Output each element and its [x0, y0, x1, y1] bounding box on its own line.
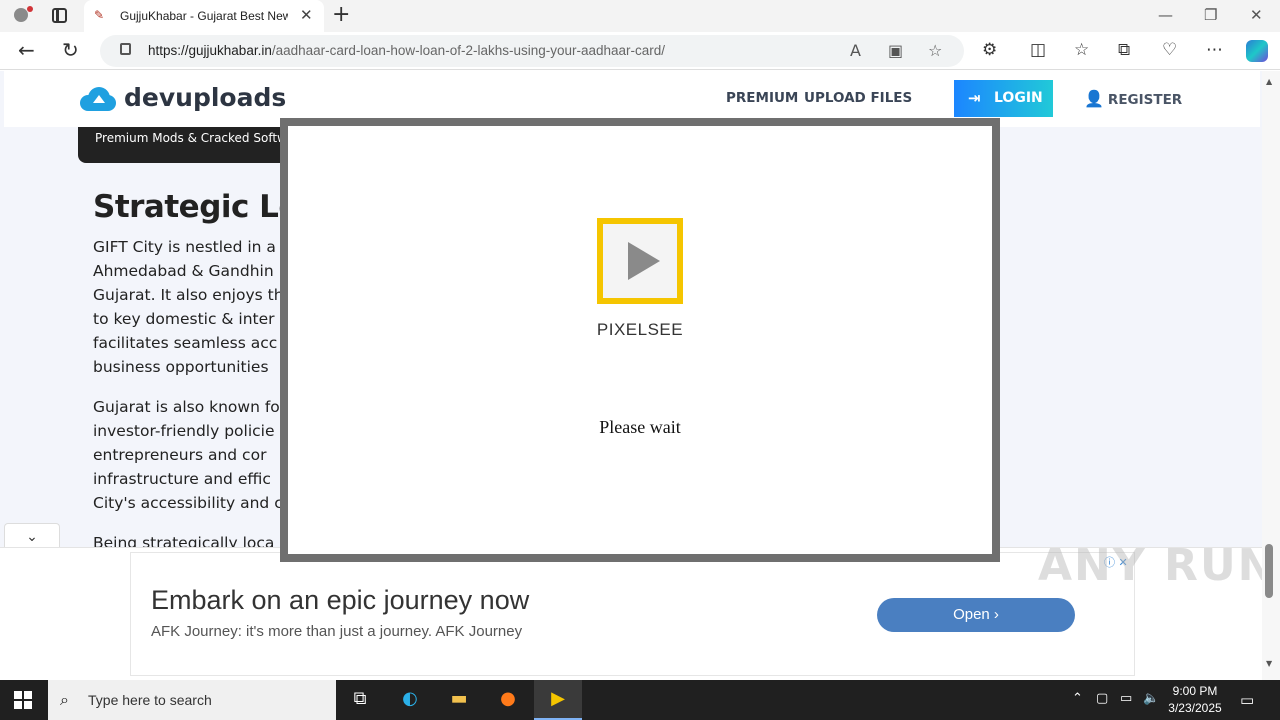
immersive-reader-icon[interactable]: ▣: [888, 41, 903, 60]
extensions-icon[interactable]: ⚙: [982, 40, 997, 60]
pixelsee-taskbar-icon: ▶: [551, 688, 565, 709]
lock-icon[interactable]: [120, 43, 131, 55]
collections-icon[interactable]: ⧉: [1118, 40, 1130, 60]
nav-upload-files-link[interactable]: UPLOAD FILES: [804, 90, 912, 106]
tab-actions-icon[interactable]: [52, 8, 67, 23]
register-label: REGISTER: [1107, 92, 1183, 108]
network-icon[interactable]: ▭: [1120, 691, 1132, 706]
address-bar[interactable]: https://gujjukhabar.in/aadhaar-card-loan…: [100, 35, 964, 67]
article-line: entrepreneurs and cor: [93, 446, 267, 464]
scrollbar-thumb[interactable]: [1265, 544, 1273, 598]
search-icon: ⌕: [60, 690, 69, 709]
new-tab-icon[interactable]: +: [332, 2, 350, 27]
volume-icon[interactable]: 🔈: [1143, 691, 1159, 706]
nav-premium-link[interactable]: PREMIUM: [726, 90, 798, 106]
notifications-icon[interactable]: ▭: [1240, 691, 1254, 709]
edge-icon[interactable]: ◐: [398, 688, 422, 712]
read-aloud-icon[interactable]: A: [850, 41, 861, 60]
ad-open-button[interactable]: Open ›: [877, 598, 1075, 632]
article-line: facilitates seamless acc: [93, 334, 278, 352]
scroll-up-icon[interactable]: ▲: [1266, 77, 1272, 86]
close-window-icon[interactable]: ✕: [1250, 6, 1263, 24]
login-label: LOGIN: [994, 90, 1043, 106]
article-line: City's accessibility and c: [93, 494, 283, 512]
chevron-down-icon[interactable]: ⌄: [4, 523, 60, 549]
add-user-icon: 👤: [1084, 89, 1104, 108]
article-line: business opportunities: [93, 358, 269, 376]
favorite-star-icon[interactable]: ☆: [928, 41, 942, 60]
login-button[interactable]: ⇥ LOGIN: [954, 80, 1053, 117]
promo-badge[interactable]: Premium Mods & Cracked Softw: [78, 127, 288, 163]
windows-start-icon[interactable]: [14, 691, 32, 709]
favorites-icon[interactable]: ☆: [1074, 40, 1089, 60]
taskbar: ⌕ Type here to search ⧉ ◐ ▬ ● ▶ ⌃ ▢ ▭ 🔈 …: [0, 680, 1280, 720]
tray-chevron-up-icon[interactable]: ⌃: [1072, 691, 1083, 706]
restore-icon[interactable]: ❐: [1204, 6, 1217, 24]
tab-title: GujjuKhabar - Gujarat Best News: [120, 9, 288, 23]
article-line: to key domestic & inter: [93, 310, 275, 328]
site-favicon-icon: ✎: [94, 8, 105, 22]
site-logo-text[interactable]: devuploads: [124, 83, 286, 112]
taskbar-clock[interactable]: 9:00 PM 3/23/2025: [1160, 683, 1230, 717]
watermark: ANY RUN: [1038, 540, 1277, 591]
cloud-logo-icon[interactable]: [78, 85, 118, 113]
copilot-icon[interactable]: [1246, 40, 1268, 62]
close-tab-icon[interactable]: ✕: [300, 6, 313, 24]
taskbar-search-input[interactable]: ⌕ Type here to search: [48, 680, 336, 720]
article-line: infrastructure and effic: [93, 470, 271, 488]
split-screen-icon[interactable]: ◫: [1030, 40, 1046, 60]
address-toolbar: ← ↻ https://gujjukhabar.in/aadhaar-card-…: [0, 32, 1280, 70]
pixelsee-taskbar-app[interactable]: ▶: [534, 680, 582, 720]
article-body: Strategic Loca GIFT City is nestled in a…: [93, 189, 289, 555]
promo-badge-text: Premium Mods & Cracked Softw: [95, 131, 287, 145]
article-heading: Strategic Loca: [93, 189, 289, 225]
file-explorer-icon[interactable]: ▬: [447, 688, 471, 712]
url-text[interactable]: https://gujjukhabar.in/aadhaar-card-loan…: [148, 43, 665, 58]
article-line: GIFT City is nestled in a: [93, 238, 276, 256]
tab-bar: ✎ GujjuKhabar - Gujarat Best News ✕ + — …: [0, 0, 1280, 32]
scroll-down-icon[interactable]: ▼: [1266, 659, 1272, 668]
pixelsee-play-icon: [597, 218, 683, 304]
browser-essentials-icon[interactable]: ♡: [1162, 40, 1177, 60]
ad-subtitle[interactable]: AFK Journey: it's more than just a journ…: [151, 623, 522, 640]
modal-brand: PIXELSEE: [596, 320, 684, 339]
back-icon[interactable]: ←: [18, 38, 35, 62]
minimize-icon[interactable]: —: [1158, 6, 1173, 24]
ad-open-label: Open: [953, 606, 990, 623]
article-line: Gujarat is also known fo: [93, 398, 280, 416]
page-scrollbar[interactable]: ▲ ▼: [1262, 71, 1280, 680]
modal-frame: PIXELSEE Please wait: [280, 118, 1000, 562]
login-icon: ⇥: [968, 89, 981, 107]
search-placeholder: Type here to search: [88, 692, 212, 708]
task-view-icon[interactable]: ⧉: [348, 688, 372, 712]
clock-time: 9:00 PM: [1172, 684, 1218, 698]
browser-tab[interactable]: ✎ GujjuKhabar - Gujarat Best News ✕: [84, 0, 324, 32]
tray-device-icon[interactable]: ▢: [1096, 691, 1108, 706]
modal-status: Please wait: [599, 417, 681, 437]
firefox-icon[interactable]: ●: [496, 688, 520, 712]
clock-date: 3/23/2025: [1168, 701, 1222, 715]
article-line: Gujarat. It also enjoys th: [93, 286, 284, 304]
pixelsee-modal: PIXELSEE Please wait: [288, 126, 992, 554]
ad-title[interactable]: Embark on an epic journey now: [151, 585, 529, 616]
article-line: investor-friendly policie: [93, 422, 275, 440]
ad-box[interactable]: Embark on an epic journey now AFK Journe…: [130, 552, 1135, 676]
register-link[interactable]: 👤 REGISTER: [1084, 89, 1182, 108]
profile-icon[interactable]: [8, 5, 34, 27]
article-line: Ahmedabad & Gandhin: [93, 262, 274, 280]
refresh-icon[interactable]: ↻: [62, 38, 79, 62]
more-menu-icon[interactable]: ⋯: [1206, 40, 1223, 60]
